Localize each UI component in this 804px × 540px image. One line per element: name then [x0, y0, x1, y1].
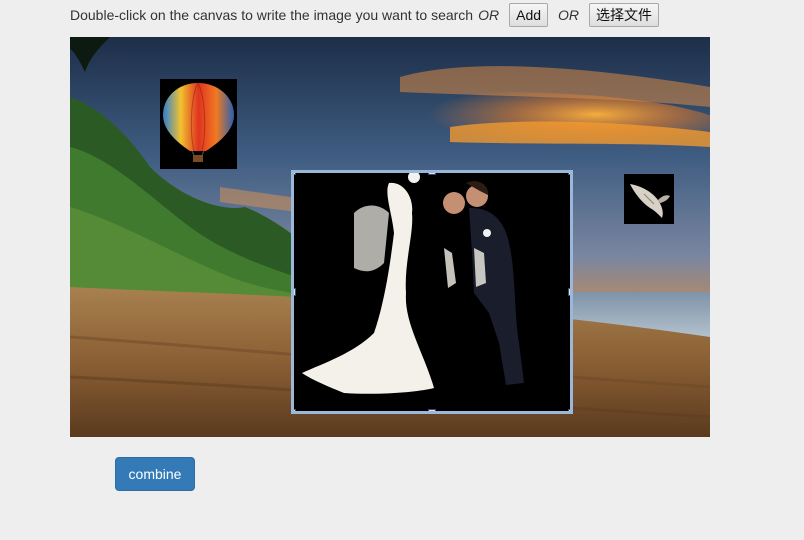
combine-button[interactable]: combine: [115, 457, 195, 491]
resize-handle-bottom-right[interactable]: [568, 409, 570, 411]
add-button[interactable]: Add: [509, 3, 549, 27]
toolbar: Double-click on the canvas to write the …: [70, 2, 660, 28]
resize-handle-top-left[interactable]: [294, 173, 296, 175]
resize-handle-left[interactable]: [294, 288, 296, 296]
resize-handle-bottom[interactable]: [428, 409, 436, 411]
bird-icon: [630, 184, 670, 218]
resize-handle-top[interactable]: [428, 173, 436, 175]
resize-handle-top-right[interactable]: [568, 173, 570, 175]
choose-file-button[interactable]: 选择文件: [589, 3, 660, 27]
hot-air-balloon-image[interactable]: [160, 79, 237, 169]
resize-handle-bottom-left[interactable]: [294, 409, 296, 411]
or-separator-1: OR: [478, 7, 500, 23]
wedding-couple-image[interactable]: [291, 170, 573, 414]
resize-handle-right[interactable]: [568, 288, 570, 296]
wedding-couple-photo: [294, 173, 570, 411]
flying-bird-image[interactable]: [624, 174, 674, 224]
hot-air-balloon-icon: [163, 82, 234, 162]
instruction-text: Double-click on the canvas to write the …: [70, 7, 474, 23]
or-separator-2: OR: [558, 7, 580, 23]
image-canvas[interactable]: [70, 37, 710, 437]
